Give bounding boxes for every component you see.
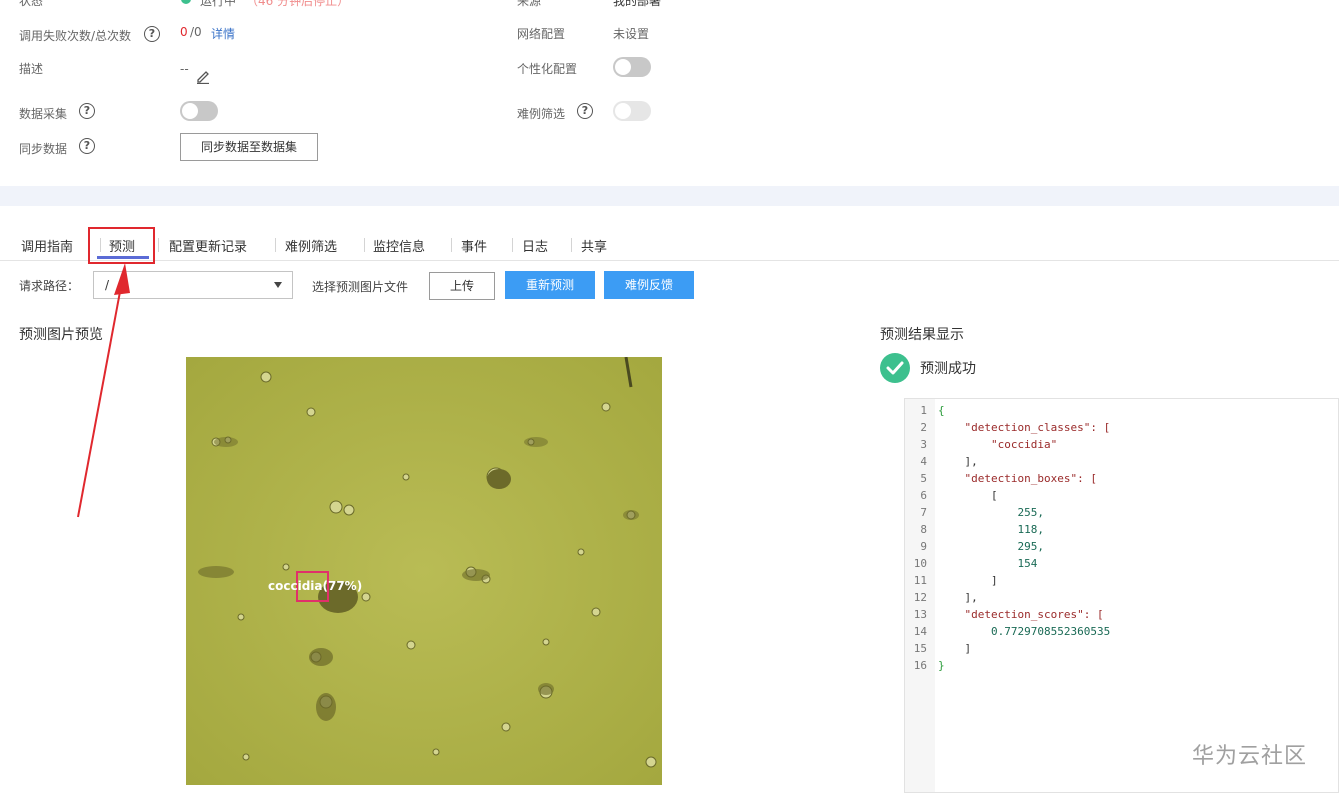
- annotation-arrow: [77, 263, 130, 518]
- source-value: 我的部署: [613, 0, 662, 8]
- code-line: }: [938, 659, 945, 672]
- code-line: 0.7729708552360535: [938, 625, 1111, 638]
- line-number: 16: [913, 659, 927, 672]
- status-note: （46 分钟后停止）: [246, 0, 350, 8]
- detection-label: coccidia(77%): [268, 579, 363, 593]
- json-code: 1 { 2 "detection_classes": [ 3 "coccidia"…: [905, 402, 1335, 674]
- code-line: [: [938, 489, 998, 502]
- data-collect-label: 数据采集: [19, 107, 68, 121]
- status-value: 运行中: [200, 0, 237, 8]
- total-count: /0: [190, 25, 202, 39]
- status-label: 状态: [19, 0, 44, 8]
- result-title: 预测结果显示: [880, 327, 964, 343]
- code-line: "detection_scores": [: [938, 608, 1104, 621]
- line-number: 15: [913, 642, 927, 655]
- predict-status: 预测成功: [920, 361, 976, 377]
- code-line: 255,: [938, 506, 1044, 519]
- help-icon[interactable]: ?: [144, 26, 160, 42]
- tab-separator: [451, 238, 452, 252]
- tab-monitoring[interactable]: 监控信息: [373, 236, 425, 255]
- tab-separator: [571, 238, 572, 252]
- section-divider: [0, 186, 1339, 206]
- tab-separator: [158, 238, 159, 252]
- code-line: 154: [938, 557, 1038, 570]
- hard-example-toggle[interactable]: [613, 101, 651, 121]
- custom-config-label: 个性化配置: [517, 62, 578, 76]
- tab-share[interactable]: 共享: [581, 236, 607, 255]
- custom-config-toggle[interactable]: [613, 57, 651, 77]
- tab-hard-example[interactable]: 难例筛选: [285, 236, 337, 255]
- fail-count: 0: [180, 25, 188, 39]
- success-check-icon: [880, 353, 910, 383]
- code-line: ],: [938, 591, 978, 604]
- line-number: 4: [920, 455, 927, 468]
- result-json-viewer[interactable]: 1 { 2 "detection_classes": [ 3 "coccidia"…: [904, 398, 1339, 793]
- code-line: 295,: [938, 540, 1044, 553]
- prediction-image: coccidia(77%): [186, 357, 662, 785]
- code-line: {: [938, 404, 945, 417]
- line-number: 11: [913, 574, 927, 587]
- line-number: 5: [920, 472, 927, 485]
- line-number: 13: [913, 608, 927, 621]
- line-number: 7: [920, 506, 927, 519]
- fail-total-label: 调用失败次数/总次数: [19, 29, 132, 43]
- edit-icon[interactable]: [195, 68, 211, 85]
- repredict-button[interactable]: 重新预测: [505, 271, 595, 299]
- help-icon[interactable]: ?: [79, 103, 95, 119]
- network-label: 网络配置: [517, 27, 566, 41]
- line-number: 1: [920, 404, 927, 417]
- code-line: "coccidia": [938, 438, 1058, 451]
- description-value: --: [180, 62, 189, 76]
- code-line: "detection_classes": [: [938, 421, 1111, 434]
- help-icon[interactable]: ?: [79, 138, 95, 154]
- sync-to-dataset-button[interactable]: 同步数据至数据集: [180, 133, 318, 161]
- watermark: 华为云社区: [1192, 744, 1308, 769]
- tab-separator: [275, 238, 276, 252]
- network-value: 未设置: [613, 27, 650, 41]
- hard-example-label: 难例筛选: [517, 107, 566, 121]
- line-number: 9: [920, 540, 927, 553]
- line-number: 12: [913, 591, 927, 604]
- source-label: 来源: [517, 0, 542, 8]
- line-number: 14: [913, 625, 927, 638]
- caret-down-icon: [274, 282, 282, 288]
- sync-data-label: 同步数据: [19, 142, 68, 156]
- help-icon[interactable]: ?: [577, 103, 593, 119]
- line-number: 2: [920, 421, 927, 434]
- detail-link[interactable]: 详情: [211, 25, 235, 42]
- description-label: 描述: [19, 62, 44, 76]
- code-line: ],: [938, 455, 978, 468]
- line-number: 3: [920, 438, 927, 451]
- code-line: 118,: [938, 523, 1044, 536]
- upload-button[interactable]: 上传: [429, 272, 495, 300]
- line-number: 10: [913, 557, 927, 570]
- code-line: ]: [938, 574, 998, 587]
- info-panel: 状态 运行中 （46 分钟后停止） 来源 我的部署 调用失败次数/总次数 ? 0…: [0, 0, 1339, 186]
- tab-separator: [512, 238, 513, 252]
- code-line: "detection_boxes": [: [938, 472, 1097, 485]
- tab-separator: [364, 238, 365, 252]
- tab-logs[interactable]: 日志: [522, 236, 548, 255]
- choose-file-label: 选择预测图片文件: [312, 280, 409, 294]
- tab-bar: 调用指南 预测 配置更新记录 难例筛选 监控信息 事件 日志 共享: [0, 228, 1339, 261]
- code-line: ]: [938, 642, 972, 655]
- tab-call-guide[interactable]: 调用指南: [21, 236, 73, 255]
- tab-config-history[interactable]: 配置更新记录: [169, 236, 247, 255]
- status-dot-icon: [181, 0, 191, 4]
- tab-events[interactable]: 事件: [461, 236, 487, 255]
- line-number: 6: [920, 489, 927, 502]
- hard-example-feedback-button[interactable]: 难例反馈: [604, 271, 694, 299]
- data-collect-toggle[interactable]: [180, 101, 218, 121]
- line-number: 8: [920, 523, 927, 536]
